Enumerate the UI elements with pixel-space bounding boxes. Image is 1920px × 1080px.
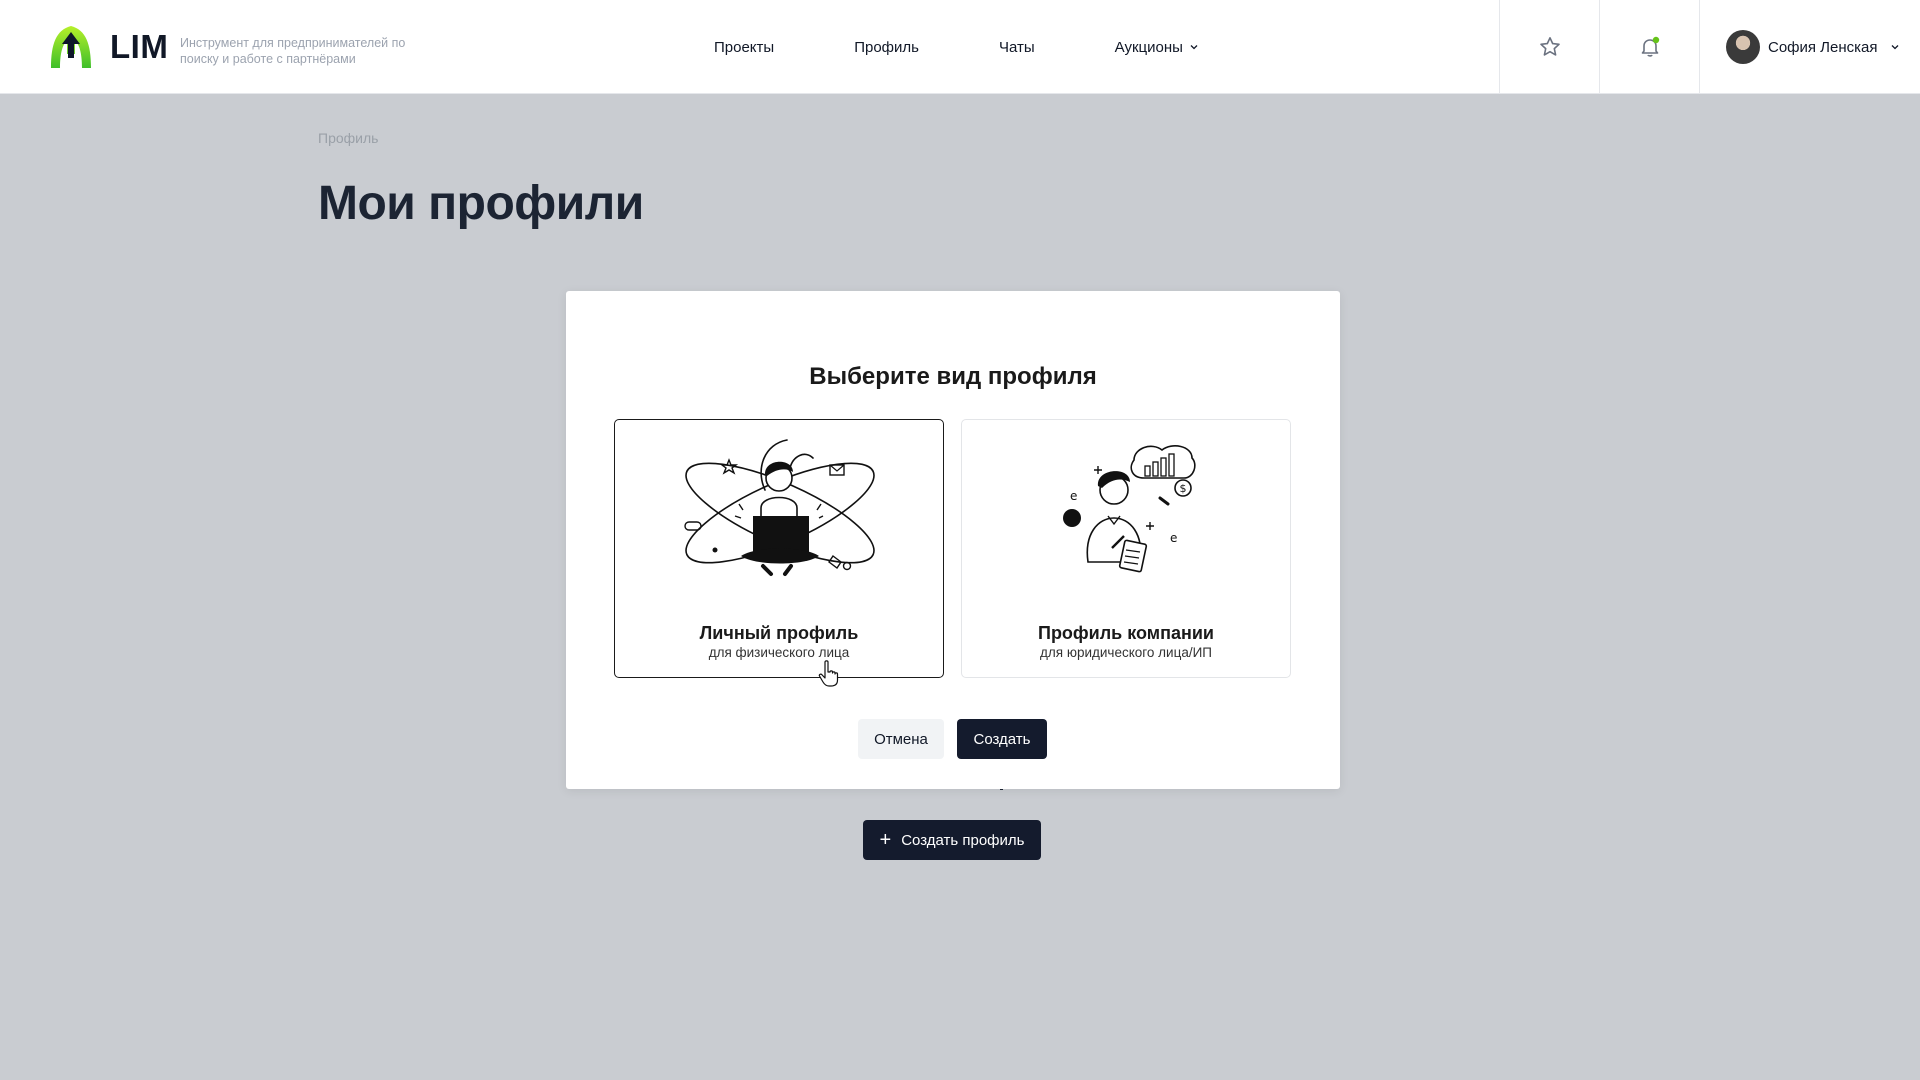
- main-nav: Проекты Профиль Чаты Аукционы: [714, 0, 1199, 94]
- company-profile-subtitle: для юридического лица/ИП: [1040, 645, 1212, 660]
- bell-icon: [1641, 36, 1659, 57]
- star-icon: [1539, 37, 1560, 56]
- avatar: [1726, 30, 1760, 64]
- create-profile-button[interactable]: + Создать профиль: [863, 820, 1041, 860]
- person-with-laptop-illustration: [684, 439, 875, 576]
- personal-profile-subtitle: для физического лица: [708, 645, 850, 660]
- nav-projects-label: Проекты: [714, 38, 775, 56]
- nav-profile[interactable]: Профиль: [854, 39, 919, 56]
- create-button[interactable]: Создать: [957, 719, 1047, 759]
- svg-text:$: $: [1180, 482, 1187, 495]
- notifications-button[interactable]: [1599, 0, 1699, 94]
- plus-icon: +: [879, 829, 892, 851]
- company-profile-option[interactable]: $ e e Профиль компании для юридического …: [961, 419, 1291, 678]
- personal-profile-title: Личный профиль: [699, 623, 859, 643]
- create-profile-label: Создать профиль: [901, 831, 1025, 849]
- chevron-down-icon: [1891, 45, 1898, 50]
- breadcrumb[interactable]: Профиль: [318, 130, 378, 146]
- nav-auctions[interactable]: Аукционы: [1115, 39, 1199, 56]
- dialog-title: Выберите вид профиля: [809, 363, 1097, 390]
- nav-chats-label: Чаты: [998, 38, 1035, 56]
- favorites-button[interactable]: [1499, 0, 1599, 94]
- svg-text:e: e: [1170, 531, 1177, 545]
- logo-text: LIM: [110, 28, 169, 65]
- person-with-chart-illustration: $ e e: [1063, 445, 1196, 573]
- page-title: Мои профили: [318, 177, 644, 230]
- logo-icon: [51, 26, 91, 68]
- tagline: Инструмент для предпринимателей по поиск…: [180, 36, 406, 66]
- company-profile-title: Профиль компании: [1038, 623, 1214, 643]
- logo-link[interactable]: LIM: [48, 24, 168, 70]
- nav-chats[interactable]: Чаты: [999, 39, 1035, 56]
- svg-text:e: e: [1070, 489, 1077, 503]
- hand-pointer-icon: [818, 660, 839, 687]
- nav-auctions-label: Аукционы: [1114, 38, 1183, 56]
- profile-type-dialog: Выберите вид профиля Личный профиль для …: [566, 291, 1340, 789]
- user-menu[interactable]: София Ленская: [1699, 0, 1920, 94]
- cancel-button[interactable]: Отмена: [858, 719, 944, 759]
- user-name: София Ленская: [1768, 38, 1878, 56]
- nav-projects[interactable]: Проекты: [714, 39, 774, 56]
- chevron-down-icon: [1190, 45, 1198, 50]
- top-header: LIM Инструмент для предпринимателей по п…: [0, 0, 1920, 94]
- nav-profile-label: Профиль: [854, 38, 919, 56]
- personal-profile-option[interactable]: Личный профиль для физического лица: [614, 419, 944, 678]
